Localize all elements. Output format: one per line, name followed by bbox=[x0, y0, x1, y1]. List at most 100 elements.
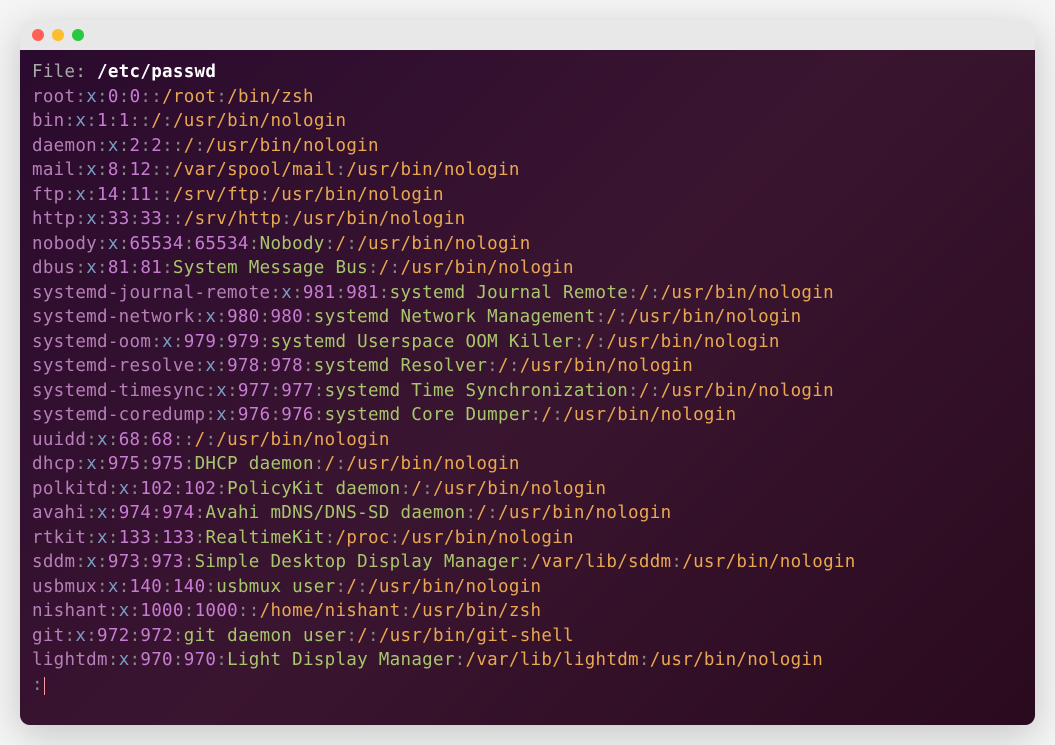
pw-field: x bbox=[108, 234, 119, 254]
passwd-entry: sddm:x:973:973:Simple Desktop Display Ma… bbox=[32, 550, 1023, 575]
shell-field: /usr/bin/nologin bbox=[682, 552, 855, 572]
user-field: sddm bbox=[32, 552, 75, 572]
home-field: /var/lib/lightdm bbox=[466, 650, 639, 670]
uid-field: 978 bbox=[227, 356, 260, 376]
home-field: /var/lib/sddm bbox=[531, 552, 672, 572]
pw-field: x bbox=[86, 87, 97, 107]
user-field: lightdm bbox=[32, 650, 108, 670]
shell-field: /usr/bin/zsh bbox=[411, 601, 541, 621]
passwd-entry: systemd-timesync:x:977:977:systemd Time … bbox=[32, 379, 1023, 404]
user-field: polkitd bbox=[32, 479, 108, 499]
home-field: / bbox=[639, 381, 650, 401]
user-field: git bbox=[32, 626, 65, 646]
passwd-entry: lightdm:x:970:970:Light Display Manager:… bbox=[32, 648, 1023, 673]
uid-field: 133 bbox=[119, 528, 152, 548]
user-field: usbmux bbox=[32, 577, 97, 597]
gid-field: 68 bbox=[151, 430, 173, 450]
pw-field: x bbox=[281, 283, 292, 303]
pw-field: x bbox=[86, 552, 97, 572]
gid-field: 1000 bbox=[195, 601, 238, 621]
gid-field: 2 bbox=[151, 136, 162, 156]
passwd-entry: systemd-oom:x:979:979:systemd Userspace … bbox=[32, 330, 1023, 355]
uid-field: 975 bbox=[108, 454, 141, 474]
uid-field: 1 bbox=[97, 111, 108, 131]
gecos-field: git daemon user bbox=[184, 626, 347, 646]
gecos-field: Avahi mDNS/DNS-SD daemon bbox=[205, 503, 465, 523]
uid-field: 81 bbox=[108, 258, 130, 278]
terminal-viewport[interactable]: File: /etc/passwd root:x:0:0::/root:/bin… bbox=[20, 50, 1035, 725]
shell-field: /usr/bin/nologin bbox=[628, 307, 801, 327]
maximize-icon[interactable] bbox=[72, 29, 84, 41]
home-field: / bbox=[498, 356, 509, 376]
passwd-entry: systemd-network:x:980:980:systemd Networ… bbox=[32, 305, 1023, 330]
passwd-entry: usbmux:x:140:140:usbmux user:/:/usr/bin/… bbox=[32, 575, 1023, 600]
shell-field: /usr/bin/nologin bbox=[346, 454, 519, 474]
shell-field: /usr/bin/nologin bbox=[400, 258, 573, 278]
gid-field: 975 bbox=[151, 454, 184, 474]
gid-field: 977 bbox=[281, 381, 314, 401]
shell-field: /usr/bin/nologin bbox=[368, 577, 541, 597]
pw-field: x bbox=[205, 307, 216, 327]
gecos-field: Nobody bbox=[260, 234, 325, 254]
file-header-path: /etc/passwd bbox=[97, 62, 216, 82]
user-field: systemd-coredump bbox=[32, 405, 205, 425]
gecos-field: Simple Desktop Display Manager bbox=[195, 552, 520, 572]
passwd-entry: rtkit:x:133:133:RealtimeKit:/proc:/usr/b… bbox=[32, 526, 1023, 551]
gecos-field: systemd Journal Remote bbox=[390, 283, 628, 303]
uid-field: 2 bbox=[130, 136, 141, 156]
pw-field: x bbox=[108, 577, 119, 597]
user-field: avahi bbox=[32, 503, 86, 523]
home-field: / bbox=[184, 136, 195, 156]
uid-field: 33 bbox=[108, 209, 130, 229]
pw-field: x bbox=[162, 332, 173, 352]
user-field: systemd-timesync bbox=[32, 381, 205, 401]
passwd-entry: systemd-coredump:x:976:976:systemd Core … bbox=[32, 403, 1023, 428]
user-field: nishant bbox=[32, 601, 108, 621]
passwd-entry: dhcp:x:975:975:DHCP daemon:/:/usr/bin/no… bbox=[32, 452, 1023, 477]
shell-field: /bin/zsh bbox=[227, 87, 314, 107]
uid-field: 65534 bbox=[130, 234, 184, 254]
gid-field: 65534 bbox=[195, 234, 249, 254]
pw-field: x bbox=[108, 136, 119, 156]
passwd-entry: systemd-resolve:x:978:978:systemd Resolv… bbox=[32, 354, 1023, 379]
gid-field: 981 bbox=[346, 283, 379, 303]
pw-field: x bbox=[97, 503, 108, 523]
home-field: / bbox=[541, 405, 552, 425]
home-field: / bbox=[195, 430, 206, 450]
gecos-field: systemd Network Management bbox=[314, 307, 596, 327]
close-icon[interactable] bbox=[32, 29, 44, 41]
gid-field: 33 bbox=[140, 209, 162, 229]
passwd-entry: git:x:972:972:git daemon user:/:/usr/bin… bbox=[32, 624, 1023, 649]
gid-field: 102 bbox=[184, 479, 217, 499]
home-field: / bbox=[639, 283, 650, 303]
home-field: /var/spool/mail bbox=[173, 160, 336, 180]
passwd-entry: daemon:x:2:2::/:/usr/bin/nologin bbox=[32, 134, 1023, 159]
gid-field: 11 bbox=[130, 185, 152, 205]
user-field: ftp bbox=[32, 185, 65, 205]
uid-field: 0 bbox=[108, 87, 119, 107]
pw-field: x bbox=[86, 454, 97, 474]
uid-field: 976 bbox=[238, 405, 271, 425]
minimize-icon[interactable] bbox=[52, 29, 64, 41]
uid-field: 102 bbox=[140, 479, 173, 499]
passwd-entry: nobody:x:65534:65534:Nobody:/:/usr/bin/n… bbox=[32, 232, 1023, 257]
gid-field: 12 bbox=[130, 160, 152, 180]
gecos-field: systemd Time Synchronization bbox=[325, 381, 628, 401]
user-field: root bbox=[32, 87, 75, 107]
pw-field: x bbox=[97, 430, 108, 450]
pw-field: x bbox=[86, 258, 97, 278]
pw-field: x bbox=[119, 601, 130, 621]
pw-field: x bbox=[75, 111, 86, 131]
shell-field: /usr/bin/nologin bbox=[661, 283, 834, 303]
gid-field: 973 bbox=[151, 552, 184, 572]
terminal-window: File: /etc/passwd root:x:0:0::/root:/bin… bbox=[20, 20, 1035, 725]
gecos-field: systemd Core Dumper bbox=[325, 405, 531, 425]
gecos-field: PolicyKit daemon bbox=[227, 479, 400, 499]
uid-field: 140 bbox=[130, 577, 163, 597]
window-titlebar[interactable] bbox=[20, 20, 1035, 50]
home-field: / bbox=[606, 307, 617, 327]
uid-field: 972 bbox=[97, 626, 130, 646]
shell-field: /usr/bin/nologin bbox=[292, 209, 465, 229]
shell-field: /usr/bin/nologin bbox=[173, 111, 346, 131]
prompt-line[interactable]: : bbox=[32, 673, 1023, 698]
